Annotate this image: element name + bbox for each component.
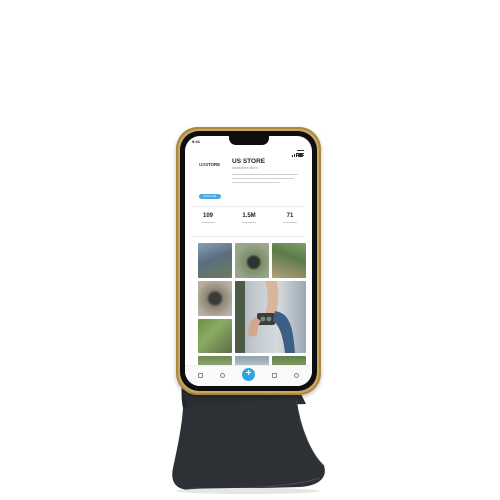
grid-photo[interactable] (198, 319, 232, 353)
bag-icon[interactable] (272, 373, 277, 378)
phone-notch (229, 136, 269, 145)
stat-label (242, 222, 256, 224)
menu-icon[interactable] (297, 150, 304, 158)
add-post-button[interactable]: + (242, 368, 255, 381)
bio-line (232, 174, 298, 176)
search-icon[interactable] (220, 373, 225, 378)
store-name: US STORE (232, 158, 266, 165)
phone: 9:41 USSTORE US STORE dealsstore.store F… (176, 127, 321, 395)
grid-photo-large[interactable] (235, 281, 306, 353)
stat-label (201, 222, 215, 224)
store-logo: USSTORE (199, 162, 223, 170)
tab-bar: + (185, 365, 312, 386)
grid-photo[interactable] (198, 243, 232, 278)
phone-screen: 9:41 USSTORE US STORE dealsstore.store F… (185, 136, 312, 386)
bio-line (232, 182, 280, 184)
divider (193, 236, 304, 237)
product-photo: 9:41 USSTORE US STORE dealsstore.store F… (0, 0, 500, 500)
stat-label (283, 222, 297, 224)
status-icons (291, 139, 305, 157)
stat-value: 109 (202, 213, 213, 219)
phone-bezel: 9:41 USSTORE US STORE dealsstore.store F… (180, 131, 317, 391)
home-icon[interactable] (198, 373, 203, 378)
grid-photo[interactable] (198, 281, 232, 316)
profile-icon[interactable] (294, 373, 299, 378)
stat-posts: 109 (188, 213, 228, 224)
bio-line (232, 178, 294, 180)
stat-following: 71 (270, 213, 310, 224)
plus-icon: + (245, 368, 252, 379)
grid-photo[interactable] (272, 243, 306, 278)
follow-button[interactable]: FOLLOW (199, 194, 221, 199)
status-time: 9:41 (192, 139, 201, 144)
stat-value: 71 (286, 213, 294, 219)
store-subtitle: dealsstore.store (232, 166, 258, 170)
grid-photo[interactable] (235, 243, 269, 278)
stat-value: 1.5M (242, 213, 256, 219)
photo-grid (198, 243, 306, 370)
divider (193, 206, 304, 207)
stat-followers: 1.5M (229, 213, 269, 224)
logo-suffix: STORE (205, 162, 220, 167)
